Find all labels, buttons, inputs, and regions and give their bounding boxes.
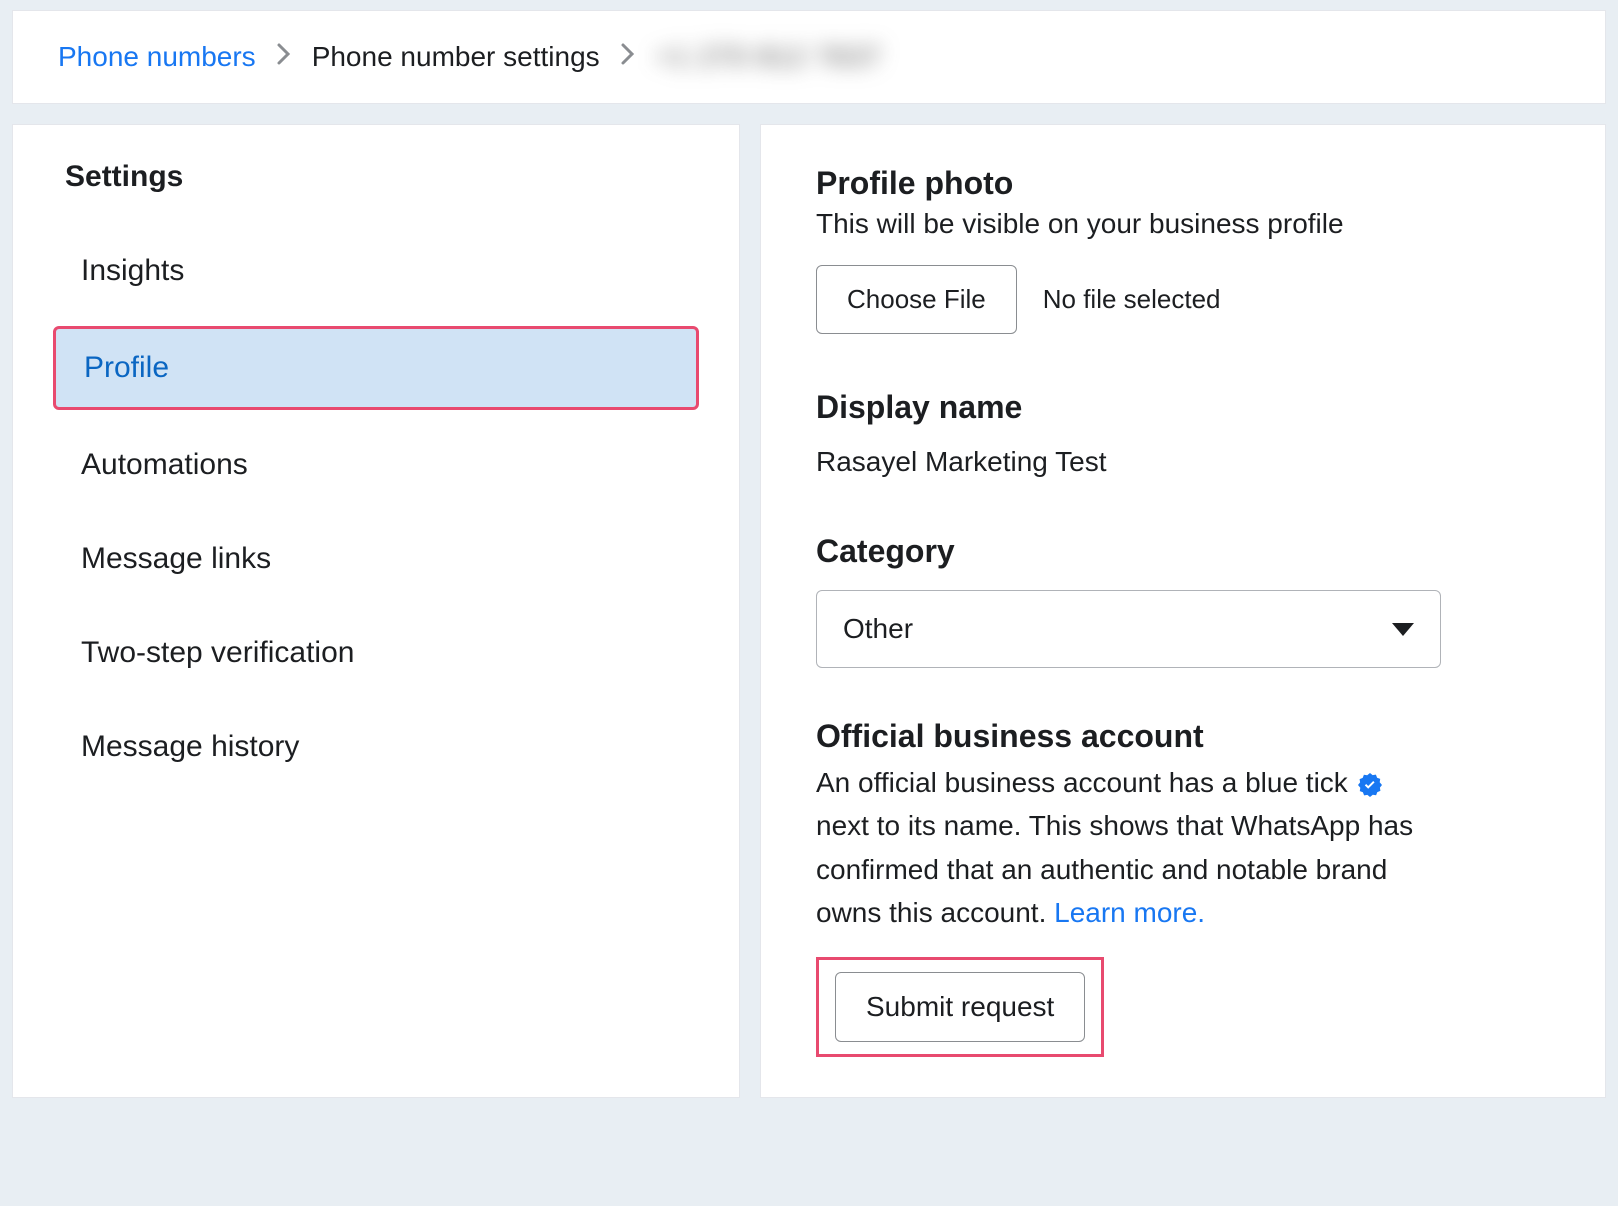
- sidebar-title: Settings: [53, 160, 699, 194]
- sidebar-item-automations[interactable]: Automations: [53, 426, 699, 504]
- choose-file-button[interactable]: Choose File: [816, 265, 1017, 334]
- sidebar-item-message-history[interactable]: Message history: [53, 708, 699, 786]
- chevron-right-icon: [276, 42, 292, 72]
- official-business-account-description: An official business account has a blue …: [816, 761, 1436, 935]
- category-selected-value: Other: [843, 613, 913, 645]
- verified-badge-icon: [1358, 773, 1382, 797]
- breadcrumb-settings: Phone number settings: [312, 41, 600, 73]
- profile-photo-heading: Profile photo: [816, 165, 1550, 202]
- category-heading: Category: [816, 533, 1550, 570]
- breadcrumb-phone-numbers[interactable]: Phone numbers: [58, 41, 256, 73]
- submit-request-button[interactable]: Submit request: [835, 972, 1085, 1042]
- sidebar-item-message-links[interactable]: Message links: [53, 520, 699, 598]
- settings-sidebar: Settings Insights Profile Automations Me…: [12, 124, 740, 1098]
- breadcrumb-phone-redacted: +1 270 812 7637: [656, 41, 882, 73]
- learn-more-link[interactable]: Learn more.: [1054, 897, 1205, 928]
- submit-request-highlight: Submit request: [816, 957, 1104, 1057]
- file-selected-status: No file selected: [1043, 284, 1221, 315]
- display-name-value: Rasayel Marketing Test: [816, 446, 1550, 478]
- profile-photo-sub: This will be visible on your business pr…: [816, 208, 1550, 240]
- official-business-account-heading: Official business account: [816, 718, 1550, 755]
- main-panel: Profile photo This will be visible on yo…: [760, 124, 1606, 1098]
- sidebar-item-profile[interactable]: Profile: [53, 326, 699, 410]
- chevron-down-icon: [1392, 623, 1414, 636]
- display-name-heading: Display name: [816, 389, 1550, 426]
- breadcrumb: Phone numbers Phone number settings +1 2…: [12, 10, 1606, 104]
- category-select[interactable]: Other: [816, 590, 1441, 668]
- sidebar-item-insights[interactable]: Insights: [53, 232, 699, 310]
- sidebar-item-two-step-verification[interactable]: Two-step verification: [53, 614, 699, 692]
- chevron-right-icon: [620, 42, 636, 72]
